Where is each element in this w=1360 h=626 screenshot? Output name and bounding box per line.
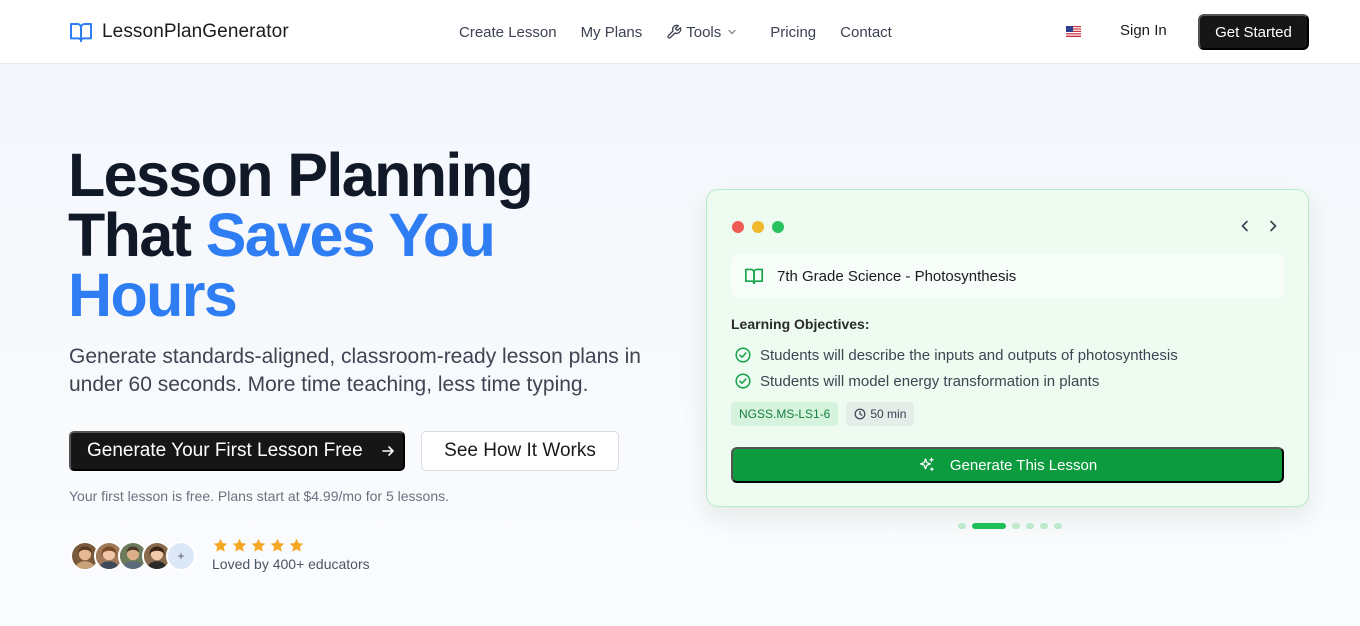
book-icon [744, 268, 763, 285]
check-circle-icon [735, 373, 751, 389]
star-icon [213, 538, 228, 552]
logo-text: LessonPlanGenerator [102, 21, 289, 42]
star-icon [270, 538, 285, 552]
main-nav: Create Lesson My Plans Tools Pricing Con… [459, 22, 892, 42]
green-dot-icon [772, 221, 784, 233]
nav-tools-label: Tools [686, 23, 722, 41]
more-avatars-badge: + [166, 541, 196, 571]
generate-this-lesson-button[interactable]: Generate This Lesson [731, 447, 1284, 483]
primary-cta-label: Generate Your First Lesson Free [87, 440, 363, 461]
hero-title: Lesson Planning That Saves You Hours [68, 145, 628, 326]
lesson-title: 7th Grade Science - Photosynthesis [777, 267, 1017, 285]
nav-tools-dropdown[interactable]: Tools [666, 22, 737, 42]
us-flag-icon[interactable] [1066, 26, 1081, 37]
carousel-dot[interactable] [1012, 523, 1020, 529]
card-next-button[interactable] [1266, 218, 1280, 234]
see-how-it-works-button[interactable]: See How It Works [421, 431, 619, 471]
objective-text: Students will describe the inputs and ou… [760, 346, 1178, 364]
card-prev-button[interactable] [1238, 218, 1252, 234]
star-icon [289, 538, 304, 552]
objective-text: Students will model energy transformatio… [760, 372, 1100, 390]
carousel-dot[interactable] [1040, 523, 1048, 529]
nav-contact[interactable]: Contact [840, 22, 892, 42]
logo[interactable]: LessonPlanGenerator [69, 20, 289, 44]
social-proof-text: Loved by 400+ educators [212, 556, 370, 572]
generate-first-lesson-button[interactable]: Generate Your First Lesson Free [69, 431, 405, 471]
nav-create-lesson[interactable]: Create Lesson [459, 22, 557, 42]
sign-in-link[interactable]: Sign In [1120, 22, 1167, 39]
red-dot-icon [732, 221, 744, 233]
hero-title-accent: Saves You [205, 201, 496, 269]
get-started-button[interactable]: Get Started [1198, 14, 1309, 50]
chevron-down-icon [728, 29, 736, 35]
generate-button-label: Generate This Lesson [949, 456, 1098, 474]
objectives-heading: Learning Objectives: [731, 316, 870, 332]
lesson-tags: NGSS.MS-LS1-6 50 min [731, 402, 915, 426]
duration-tag: 50 min [846, 402, 915, 426]
yellow-dot-icon [752, 221, 764, 233]
list-item: Students will describe the inputs and ou… [735, 342, 1178, 368]
hero-title-line1: Lesson Planning [68, 141, 534, 209]
carousel-indicator [958, 523, 1062, 529]
window-dots [732, 221, 784, 233]
nav-my-plans[interactable]: My Plans [581, 22, 643, 42]
carousel-dot-active[interactable] [972, 523, 1006, 529]
pricing-note: Your first lesson is free. Plans start a… [69, 488, 449, 504]
educator-avatars: + [70, 541, 196, 571]
card-pager [1238, 218, 1280, 234]
nav-pricing[interactable]: Pricing [770, 22, 816, 42]
duration-text: 50 min [870, 407, 907, 421]
carousel-dot[interactable] [958, 523, 966, 529]
list-item: Students will model energy transformatio… [735, 368, 1178, 394]
hero-subtitle: Generate standards-aligned, classroom-re… [69, 345, 641, 396]
chevron-left-icon [1241, 220, 1248, 232]
clock-icon [854, 408, 866, 420]
hero-title-line3: Hours [68, 261, 238, 329]
objectives-list: Students will describe the inputs and ou… [735, 342, 1178, 394]
wrench-icon [667, 24, 682, 39]
hero-title-line2a: That [68, 201, 206, 269]
lesson-preview-card: 7th Grade Science - Photosynthesis Learn… [706, 189, 1309, 507]
site-header: LessonPlanGenerator Create Lesson My Pla… [0, 0, 1360, 64]
check-circle-icon [735, 347, 751, 363]
rating-stars [212, 537, 305, 554]
star-icon [251, 538, 266, 552]
open-book-icon [70, 23, 92, 42]
arrow-right-icon [381, 446, 394, 456]
carousel-dot[interactable] [1054, 523, 1062, 529]
chevron-right-icon [1270, 220, 1277, 232]
carousel-dot[interactable] [1026, 523, 1034, 529]
sparkle-icon [919, 457, 934, 471]
star-icon [232, 538, 247, 552]
lesson-title-box: 7th Grade Science - Photosynthesis [731, 254, 1284, 298]
standard-tag: NGSS.MS-LS1-6 [731, 402, 839, 426]
